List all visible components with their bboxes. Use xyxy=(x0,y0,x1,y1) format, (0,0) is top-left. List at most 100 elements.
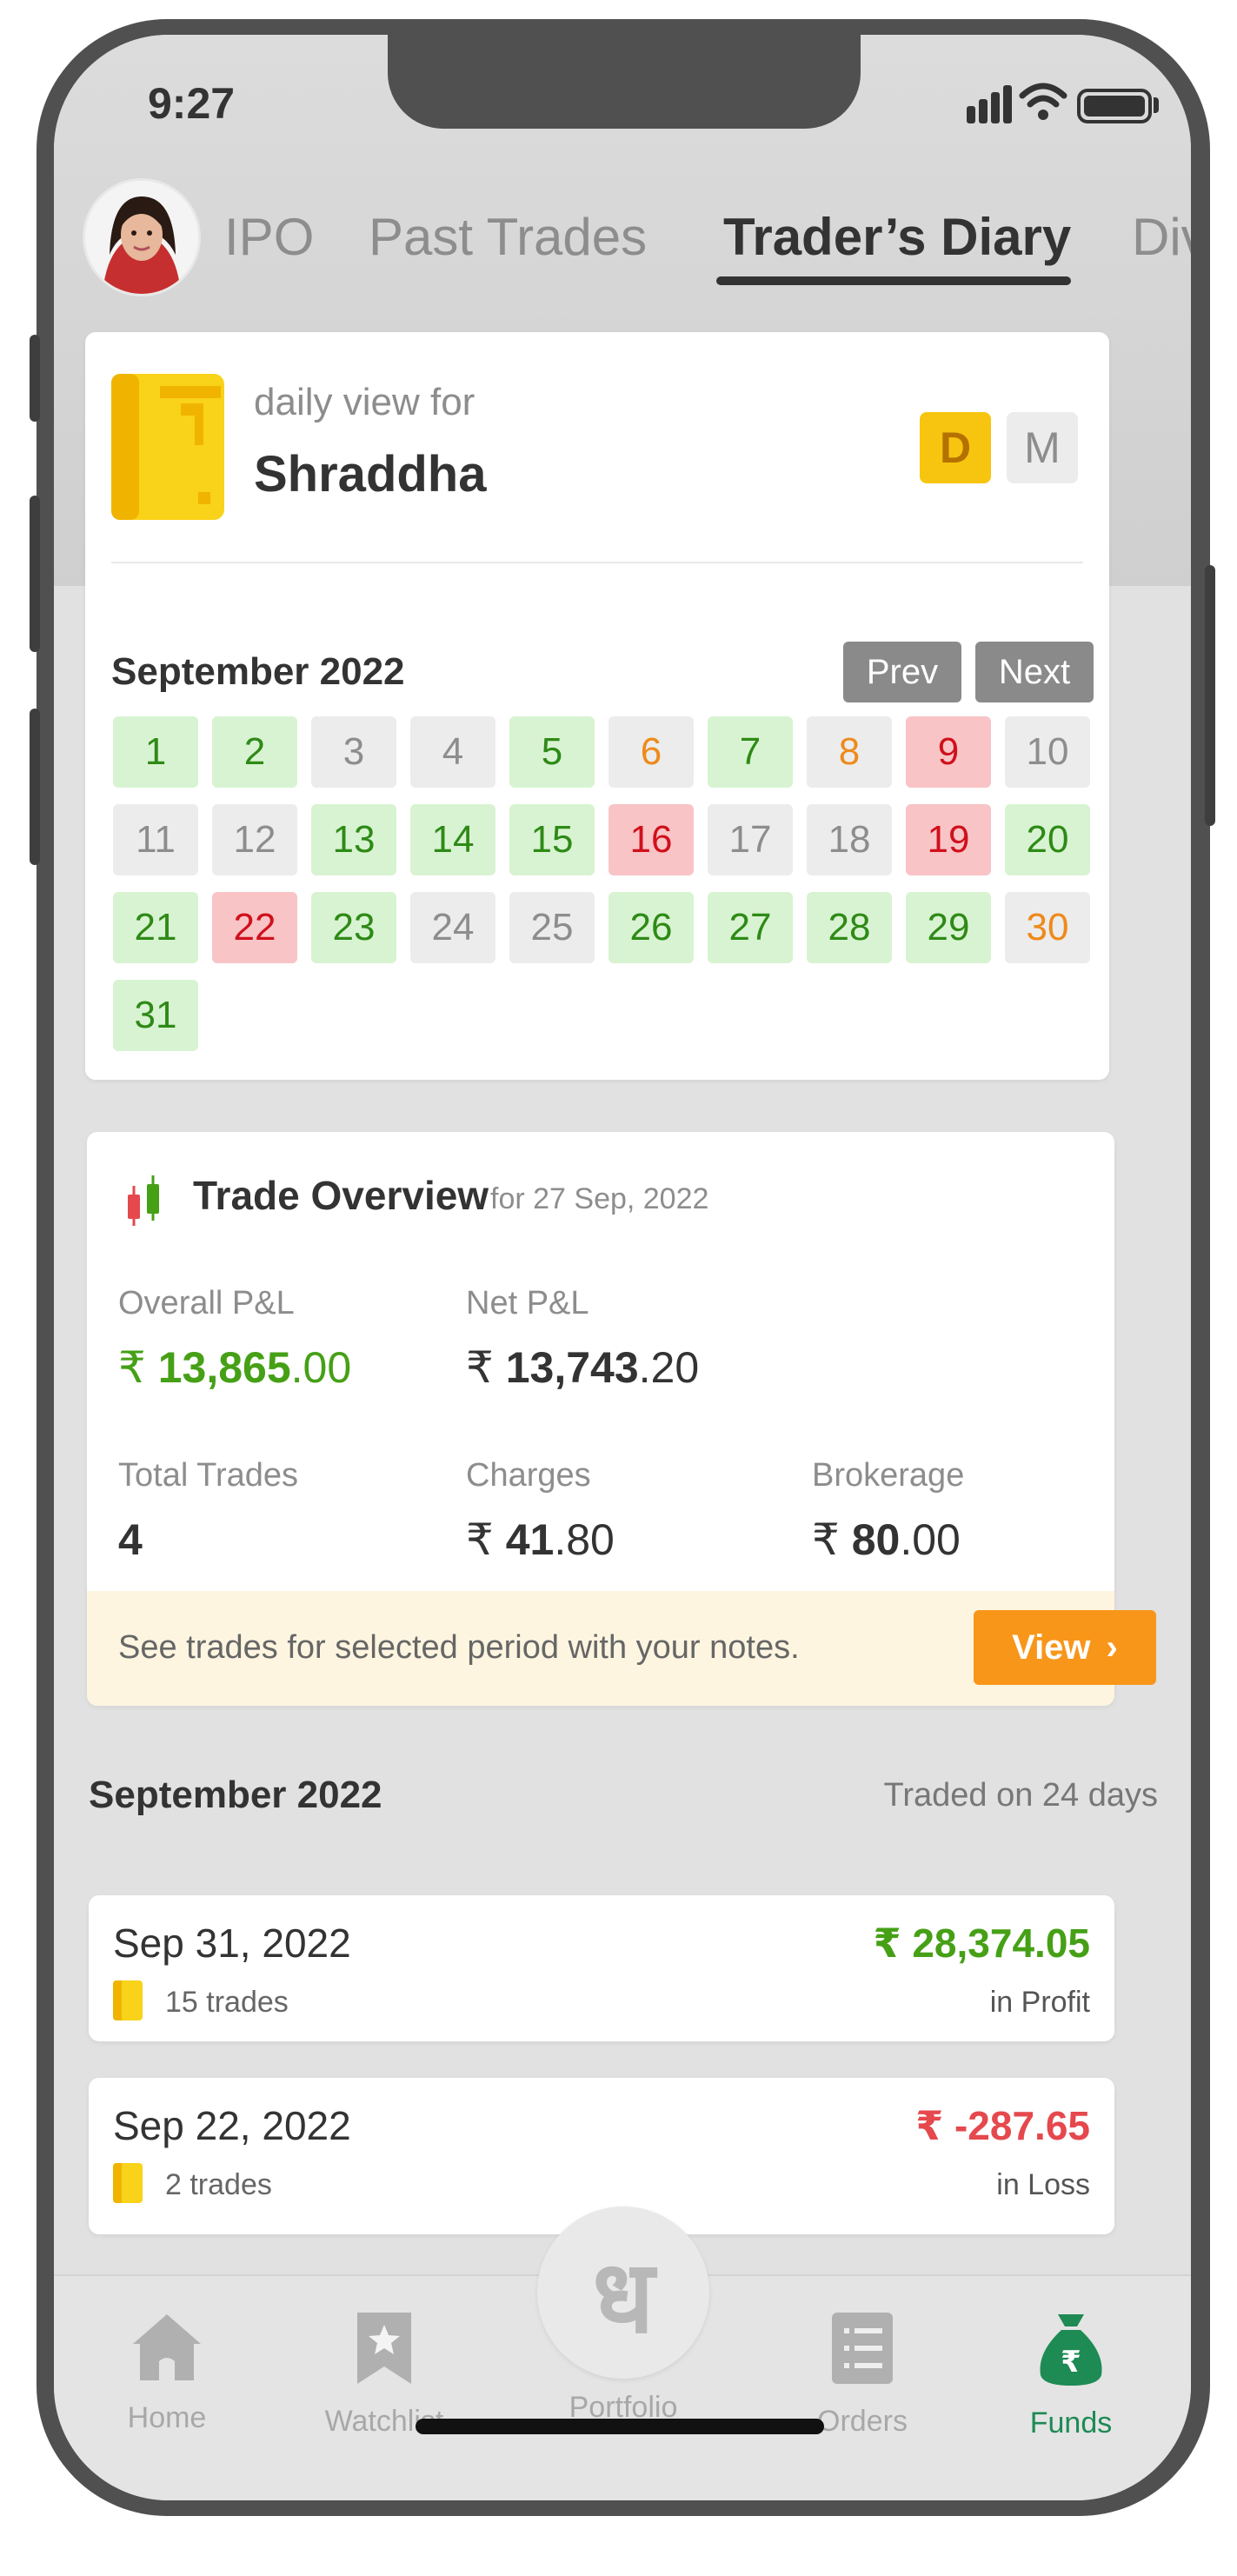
calendar-day-19[interactable]: 19 xyxy=(906,804,991,875)
trade-overview-date: for 27 Sep, 2022 xyxy=(490,1182,709,1215)
calendar-day-20[interactable]: 20 xyxy=(1005,804,1090,875)
bookmark-star-icon xyxy=(357,2313,411,2384)
calendar-day-14[interactable]: 14 xyxy=(410,804,495,875)
diary-book-icon xyxy=(113,2163,143,2203)
calendar-day-4[interactable]: 4 xyxy=(410,716,495,788)
calendar-day-15[interactable]: 15 xyxy=(509,804,595,875)
nav-funds[interactable]: ₹ Funds xyxy=(1019,2311,1123,2440)
nav-orders[interactable]: Orders xyxy=(810,2311,914,2439)
calendar-day-23[interactable]: 23 xyxy=(311,892,396,963)
calendar-day-25[interactable]: 25 xyxy=(509,892,595,963)
charges-value: ₹ 41.80 xyxy=(466,1515,615,1564)
tab-dividends[interactable]: Div xyxy=(1132,207,1191,267)
prev-month-button[interactable]: Prev xyxy=(843,642,961,702)
row-date: Sep 31, 2022 xyxy=(113,1920,351,1966)
calendar-day-27[interactable]: 27 xyxy=(708,892,793,963)
avatar[interactable] xyxy=(85,181,198,294)
notes-banner: See trades for selected period with your… xyxy=(87,1591,1156,1706)
status-time: 9:27 xyxy=(148,79,236,128)
diary-user-name: Shraddha xyxy=(254,446,487,503)
calendar-day-30[interactable]: 30 xyxy=(1005,892,1090,963)
calendar-day-24[interactable]: 24 xyxy=(410,892,495,963)
home-icon xyxy=(133,2314,201,2380)
calendar-day-12[interactable]: 12 xyxy=(212,804,297,875)
candlestick-icon xyxy=(128,1175,159,1226)
calendar-day-22[interactable]: 22 xyxy=(212,892,297,963)
calendar-day-16[interactable]: 16 xyxy=(609,804,694,875)
next-month-button[interactable]: Next xyxy=(975,642,1094,702)
trade-overview-card: Trade Overview for 27 Sep, 2022 Overall … xyxy=(87,1132,1156,1706)
summary-month: September 2022 xyxy=(89,1774,382,1816)
app-screen: 9:27 IPO Past Trades Trader’s Diary Div xyxy=(54,35,1191,2500)
rupee-icon: ₹ xyxy=(466,1515,494,1564)
row-amount: ₹ 28,374.05 xyxy=(873,1920,1090,1966)
daily-view-button[interactable]: D xyxy=(920,412,991,483)
rupee-icon: ₹ xyxy=(812,1515,840,1564)
notes-banner-text: See trades for selected period with your… xyxy=(118,1629,800,1666)
row-trades-count: 15 trades xyxy=(165,1986,289,2019)
bottom-navigation: Home Watchlist ध Portfolio Orders ₹ Fund… xyxy=(54,2207,1191,2500)
calendar-day-1[interactable]: 1 xyxy=(113,716,198,788)
tab-traders-diary[interactable]: Trader’s Diary xyxy=(723,207,1071,267)
row-amount: ₹ -287.65 xyxy=(915,2103,1090,2148)
brokerage-label: Brokerage xyxy=(812,1457,965,1494)
calendar-day-8[interactable]: 8 xyxy=(807,716,892,788)
row-date: Sep 22, 2022 xyxy=(113,2103,351,2148)
brokerage-value: ₹ 80.00 xyxy=(812,1515,961,1564)
daily-summary-row[interactable]: Sep 31, 2022 ₹ 28,374.05 15 trades in Pr… xyxy=(89,1895,1114,2041)
rupee-icon: ₹ xyxy=(118,1343,146,1392)
side-button-power xyxy=(1205,565,1215,826)
calendar-day-9[interactable]: 9 xyxy=(906,716,991,788)
nav-home[interactable]: Home xyxy=(115,2311,219,2435)
calendar-day-17[interactable]: 17 xyxy=(708,804,793,875)
dhan-logo: ध xyxy=(537,2207,709,2379)
calendar-day-10[interactable]: 10 xyxy=(1005,716,1090,788)
divider xyxy=(111,562,1083,563)
battery-icon xyxy=(1077,89,1152,123)
calendar-day-2[interactable]: 2 xyxy=(212,716,297,788)
svg-text:₹: ₹ xyxy=(1061,2345,1081,2380)
calendar-day-7[interactable]: 7 xyxy=(708,716,793,788)
wifi-icon xyxy=(1019,83,1067,120)
side-button-silent xyxy=(30,335,40,422)
calendar-day-28[interactable]: 28 xyxy=(807,892,892,963)
net-pnl-label: Net P&L xyxy=(466,1285,589,1321)
calendar-day-3[interactable]: 3 xyxy=(311,716,396,788)
calendar-day-21[interactable]: 21 xyxy=(113,892,198,963)
monthly-view-button[interactable]: M xyxy=(1007,412,1078,483)
row-trades-count: 2 trades xyxy=(165,2168,272,2201)
calendar-day-11[interactable]: 11 xyxy=(113,804,198,875)
side-button-volume-up xyxy=(30,496,40,652)
notch xyxy=(388,35,861,129)
nav-portfolio[interactable]: ध Portfolio xyxy=(537,2207,709,2425)
tab-past-trades[interactable]: Past Trades xyxy=(369,207,647,267)
calendar-day-18[interactable]: 18 xyxy=(807,804,892,875)
overall-pnl-label: Overall P&L xyxy=(118,1285,295,1321)
total-trades-value: 4 xyxy=(118,1515,143,1564)
traded-days: Traded on 24 days xyxy=(883,1777,1158,1814)
calendar-day-6[interactable]: 6 xyxy=(609,716,694,788)
side-button-volume-down xyxy=(30,709,40,865)
calendar-day-31[interactable]: 31 xyxy=(113,980,198,1051)
total-trades-label: Total Trades xyxy=(118,1457,298,1494)
calendar-day-26[interactable]: 26 xyxy=(609,892,694,963)
money-bag-icon: ₹ xyxy=(1040,2314,1102,2386)
active-tab-indicator xyxy=(716,276,1071,285)
tab-ipo[interactable]: IPO xyxy=(224,207,314,267)
home-indicator xyxy=(416,2419,824,2434)
diary-book-icon xyxy=(113,1980,143,2020)
row-status: in Loss xyxy=(996,2168,1090,2201)
row-status: in Profit xyxy=(989,1986,1090,2019)
diary-subtitle: daily view for xyxy=(254,381,476,423)
chevron-right-icon: › xyxy=(1106,1627,1118,1667)
calendar-day-13[interactable]: 13 xyxy=(311,804,396,875)
calendar-month: September 2022 xyxy=(111,650,405,693)
calendar-day-5[interactable]: 5 xyxy=(509,716,595,788)
trade-overview-title: Trade Overview xyxy=(193,1173,489,1218)
calendar-day-29[interactable]: 29 xyxy=(906,892,991,963)
list-icon xyxy=(832,2313,893,2384)
rupee-icon: ₹ xyxy=(466,1343,494,1392)
view-trades-button[interactable]: View › xyxy=(974,1610,1156,1685)
overall-pnl-value: ₹ 13,865.00 xyxy=(118,1343,352,1392)
net-pnl-value: ₹ 13,743.20 xyxy=(466,1343,700,1392)
